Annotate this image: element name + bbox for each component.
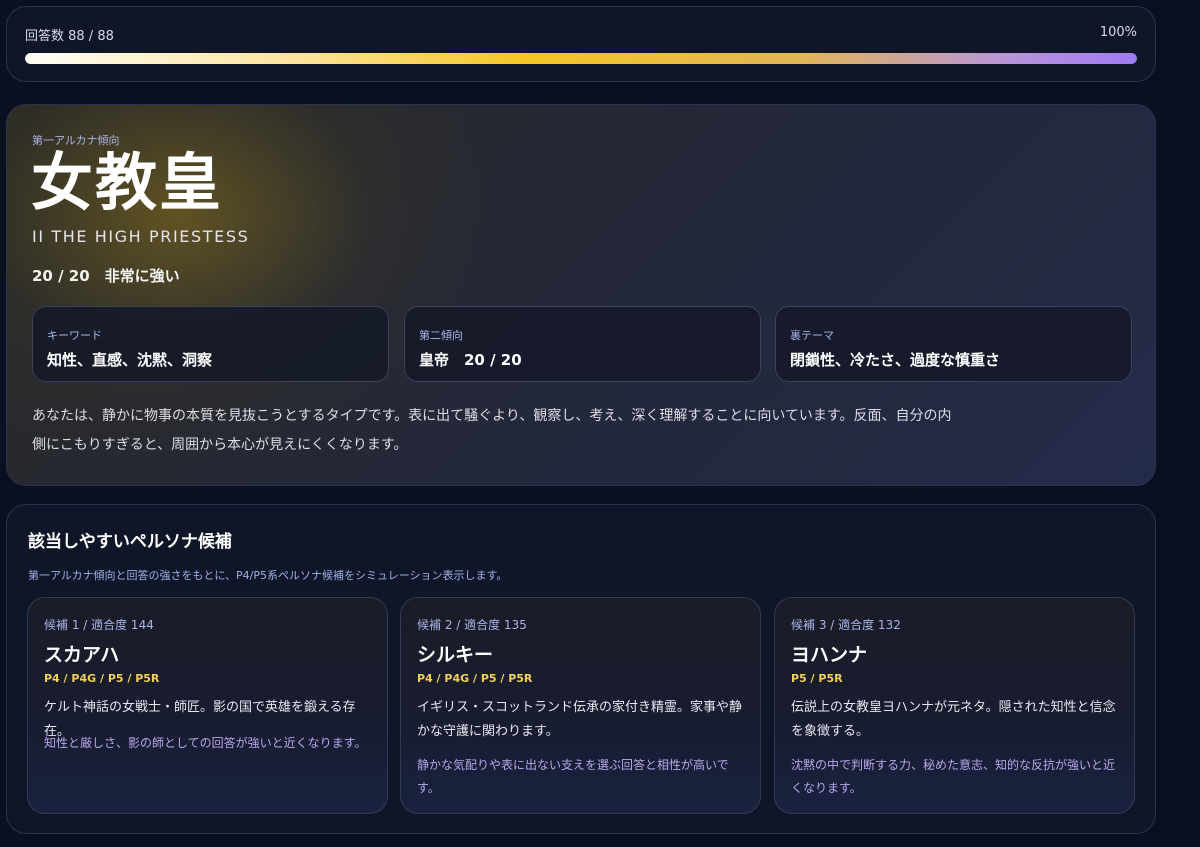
persona-match-note: 知性と厳しさ、影の師としての回答が強いと近くなります。	[44, 736, 367, 750]
arcana-description: あなたは、静かに物事の本質を見抜こうとするタイプです。表に出て騒ぐより、観察し、…	[32, 408, 952, 453]
arcana-result-panel: 第一アルカナ傾向 女教皇 II THE HIGH PRIESTESS 20 / …	[6, 104, 1156, 486]
hidden-theme-box: 裏テーマ 閉鎖性、冷たさ、過度な慎重さ	[775, 306, 1132, 382]
persona-section-subtitle: 第一アルカナ傾向と回答の強さをもとに、P4/P5系ペルソナ候補をシミュレーション…	[28, 569, 508, 582]
keyword-value: 知性、直感、沈黙、洞察	[47, 351, 213, 369]
second-tendency-label: 第二傾向	[419, 329, 463, 342]
arcana-english-name: II THE HIGH PRIESTESS	[32, 227, 250, 246]
persona-match-note: 静かな気配りや表に出ない支えを選ぶ回答と相性が高いです。	[417, 758, 729, 795]
keyword-label: キーワード	[47, 329, 102, 342]
game-titles: P5 / P5R	[791, 672, 843, 685]
persona-candidates-panel: 該当しやすいペルソナ候補 第一アルカナ傾向と回答の強さをもとに、P4/P5系ペル…	[6, 504, 1156, 834]
keyword-box: キーワード 知性、直感、沈黙、洞察	[32, 306, 389, 382]
hidden-theme-label: 裏テーマ	[790, 329, 834, 342]
progress-bar-fill	[25, 53, 1137, 64]
persona-card: 候補 2 / 適合度 135 シルキー P4 / P4G / P5 / P5R …	[400, 597, 761, 814]
persona-name: シルキー	[417, 644, 494, 666]
persona-description: 伝説上の女教皇ヨハンナが元ネタ。隠された知性と信念を象徴する。	[791, 700, 1116, 739]
answer-count-label: 回答数 88 / 88	[25, 29, 114, 44]
candidate-meta: 候補 3 / 適合度 132	[791, 618, 901, 632]
progress-percent: 100%	[1099, 25, 1137, 40]
game-titles: P4 / P4G / P5 / P5R	[44, 672, 160, 685]
progress-panel: 回答数 88 / 88 100%	[6, 6, 1156, 82]
candidate-meta: 候補 2 / 適合度 135	[417, 618, 527, 632]
hidden-theme-value: 閉鎖性、冷たさ、過度な慎重さ	[790, 351, 1001, 369]
arcana-score: 20 / 20 非常に強い	[32, 267, 180, 285]
persona-section-title: 該当しやすいペルソナ候補	[28, 532, 232, 552]
persona-description: イギリス・スコットランド伝承の家付き精霊。家事や静かな守護に関わります。	[417, 700, 743, 739]
persona-card: 候補 1 / 適合度 144 スカアハ P4 / P4G / P5 / P5R …	[27, 597, 388, 814]
persona-name: ヨハンナ	[791, 644, 868, 666]
game-titles: P4 / P4G / P5 / P5R	[417, 672, 533, 685]
progress-bar	[25, 53, 1137, 64]
second-tendency-box: 第二傾向 皇帝 20 / 20	[404, 306, 761, 382]
persona-card: 候補 3 / 適合度 132 ヨハンナ P5 / P5R 伝説上の女教皇ヨハンナ…	[774, 597, 1135, 814]
arcana-name: 女教皇	[31, 146, 224, 219]
candidate-meta: 候補 1 / 適合度 144	[44, 618, 154, 632]
persona-name: スカアハ	[44, 644, 120, 666]
persona-match-note: 沈黙の中で判断する力、秘めた意志、知的な反抗が強いと近くなります。	[791, 758, 1116, 795]
second-tendency-value: 皇帝 20 / 20	[419, 351, 522, 369]
